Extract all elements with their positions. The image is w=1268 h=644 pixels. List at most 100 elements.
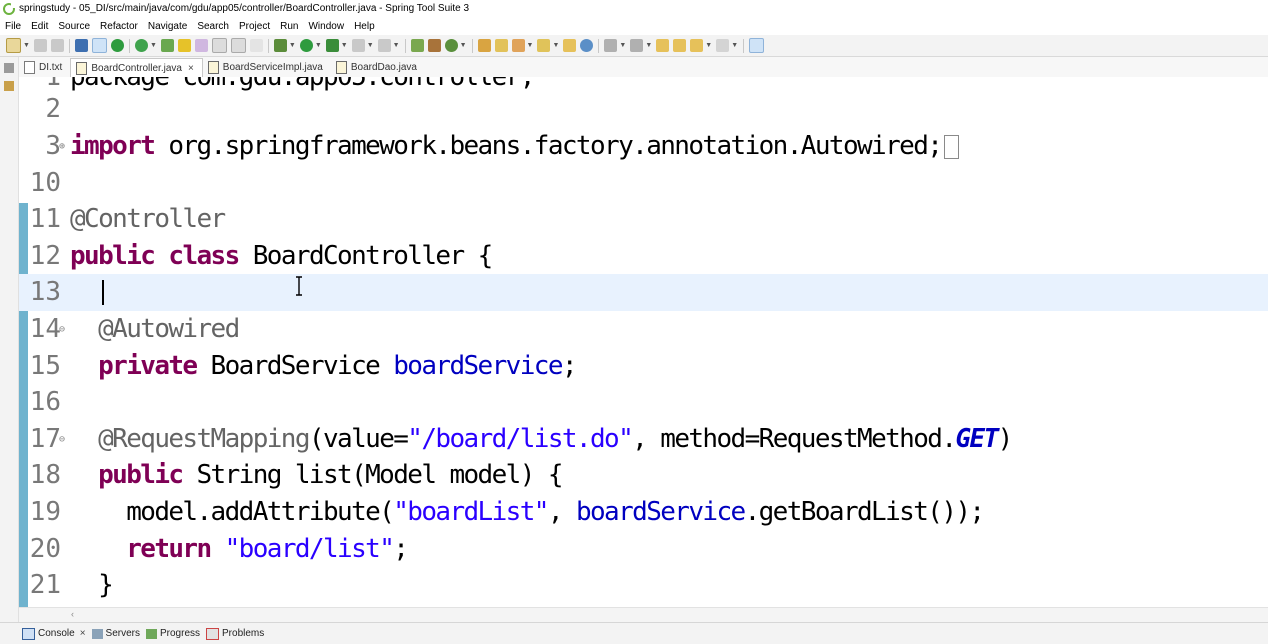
- prev-edit-dropdown-icon[interactable]: ▼: [645, 39, 652, 52]
- forward-dropdown-icon[interactable]: ▼: [731, 39, 738, 52]
- menu-help[interactable]: Help: [349, 18, 380, 35]
- pin-icon[interactable]: [160, 39, 174, 52]
- annotation-icon[interactable]: [537, 39, 551, 52]
- next-edit-dropdown-icon[interactable]: ▼: [619, 39, 626, 52]
- code-line[interactable]: 10: [19, 165, 1268, 202]
- code-line[interactable]: 20 return "board/list";: [19, 531, 1268, 568]
- menu-source[interactable]: Source: [53, 18, 95, 35]
- globe-icon[interactable]: [580, 39, 594, 52]
- spring-starter-icon[interactable]: [444, 39, 458, 52]
- pin-editor-icon[interactable]: [749, 38, 765, 53]
- code-line[interactable]: 16: [19, 384, 1268, 421]
- tab-problems[interactable]: Problems: [206, 627, 264, 640]
- code-line[interactable]: 11 @Controller: [19, 201, 1268, 238]
- menu-search[interactable]: Search: [192, 18, 234, 35]
- tab-console[interactable]: Console ×: [22, 627, 86, 640]
- folded-imports-marker[interactable]: [944, 135, 960, 159]
- pencil-dropdown-icon[interactable]: ▼: [527, 39, 534, 52]
- start-server-icon[interactable]: [110, 39, 124, 52]
- toggle-mark-icon[interactable]: [91, 38, 107, 53]
- code-line[interactable]: 21 }: [19, 567, 1268, 604]
- code-token: "boardList": [393, 497, 549, 527]
- menu-project[interactable]: Project: [234, 18, 275, 35]
- collapse-fold-icon[interactable]: ⊖: [59, 421, 65, 458]
- new-bean-icon[interactable]: [427, 39, 441, 52]
- code-line[interactable]: 3 ⊕ import org.springframework.beans.facto…: [19, 128, 1268, 165]
- tab-di-txt[interactable]: DI.txt: [19, 58, 70, 77]
- tab-progress[interactable]: Progress: [146, 628, 200, 639]
- run-dropdown-icon[interactable]: ▼: [315, 39, 322, 52]
- line-number: 16: [29, 387, 61, 417]
- stop-icon[interactable]: [351, 39, 365, 52]
- tab-board-controller[interactable]: BoardController.java ×: [70, 58, 203, 77]
- code-line[interactable]: 15 private BoardService boardService;: [19, 348, 1268, 385]
- save-all-icon[interactable]: [50, 39, 64, 52]
- restore-icon[interactable]: [4, 63, 14, 73]
- code-line[interactable]: 14 ⊖ @Autowired: [19, 311, 1268, 348]
- new-icon[interactable]: [6, 38, 21, 53]
- expand-fold-icon[interactable]: ⊕: [59, 128, 65, 165]
- collapse-fold-icon[interactable]: ⊖: [59, 311, 65, 348]
- code-line[interactable]: 12 public class BoardController {: [19, 238, 1268, 275]
- forward-nav-icon[interactable]: [716, 39, 730, 52]
- next-annotation-icon[interactable]: [563, 39, 577, 52]
- menu-navigate[interactable]: Navigate: [143, 18, 192, 35]
- code-token: class: [168, 241, 240, 271]
- deploy-dropdown-icon[interactable]: ▼: [393, 39, 400, 52]
- annotation-dropdown-icon[interactable]: ▼: [552, 39, 559, 52]
- debug-icon[interactable]: [273, 39, 287, 52]
- scroll-left-icon[interactable]: ‹: [71, 609, 74, 619]
- back-nav-icon[interactable]: [690, 39, 704, 52]
- close-icon[interactable]: ×: [188, 63, 194, 74]
- text-cursor: [102, 280, 104, 305]
- code-line[interactable]: 2: [19, 91, 1268, 128]
- toolbar-separator: [68, 38, 70, 53]
- open-folder-icon[interactable]: [494, 39, 508, 52]
- back-icon[interactable]: [673, 39, 687, 52]
- code-line[interactable]: 19 model.addAttribute("boardList", board…: [19, 494, 1268, 531]
- new-dropdown-icon[interactable]: ▼: [23, 39, 30, 52]
- horizontal-scrollbar[interactable]: ‹: [19, 607, 1268, 623]
- package-explorer-icon[interactable]: [4, 81, 14, 91]
- code-editor[interactable]: 1 package com.gdu.app05.controller; 2 3 ⊕ imp…: [19, 77, 1268, 607]
- menu-file[interactable]: File: [0, 18, 26, 35]
- stop-dropdown-icon[interactable]: ▼: [367, 39, 374, 52]
- show-whitespace-icon[interactable]: [249, 39, 263, 52]
- menu-window[interactable]: Window: [303, 18, 349, 35]
- menu-run[interactable]: Run: [275, 18, 303, 35]
- debug-dropdown-icon[interactable]: ▼: [289, 39, 296, 52]
- open-type-icon[interactable]: [477, 39, 491, 52]
- terminal-icon[interactable]: [74, 39, 88, 52]
- block-select-icon[interactable]: [211, 38, 227, 53]
- external-tools-icon[interactable]: [325, 39, 339, 52]
- prev-edit-icon[interactable]: [630, 39, 644, 52]
- code-text: private BoardService boardService;: [70, 348, 577, 385]
- menu-refactor[interactable]: Refactor: [95, 18, 143, 35]
- tab-board-dao[interactable]: BoardDao.java: [331, 58, 425, 77]
- wand-icon[interactable]: [194, 39, 208, 52]
- code-line[interactable]: 18 public String list(Model model) {: [19, 457, 1268, 494]
- back-dropdown-icon[interactable]: ▼: [705, 39, 712, 52]
- tab-board-service-impl[interactable]: BoardServiceImpl.java: [203, 58, 331, 77]
- save-icon[interactable]: [33, 39, 47, 52]
- tab-label: Progress: [160, 628, 201, 639]
- external-tools-dropdown-icon[interactable]: ▼: [341, 39, 348, 52]
- menu-edit[interactable]: Edit: [26, 18, 53, 35]
- refresh-icon[interactable]: [134, 39, 148, 52]
- pencil-icon[interactable]: [511, 39, 525, 52]
- code-text: import org.springframework.beans.factory…: [70, 128, 960, 165]
- starter-dropdown-icon[interactable]: ▼: [460, 39, 467, 52]
- close-icon[interactable]: ×: [80, 628, 86, 639]
- highlight-icon[interactable]: [177, 39, 191, 52]
- word-wrap-icon[interactable]: [230, 38, 246, 53]
- editor-tab-bar: DI.txt BoardController.java × BoardServi…: [19, 57, 1268, 78]
- new-spring-project-icon[interactable]: [410, 39, 424, 52]
- run-icon[interactable]: [299, 39, 313, 52]
- last-edit-icon[interactable]: [656, 39, 670, 52]
- tab-servers[interactable]: Servers: [91, 628, 140, 639]
- deploy-icon[interactable]: [377, 39, 391, 52]
- code-line[interactable]: 17 ⊖ @RequestMapping(value="/board/list.d…: [19, 421, 1268, 458]
- next-edit-icon[interactable]: [604, 39, 618, 52]
- code-line[interactable]: 13: [19, 274, 1268, 311]
- refresh-dropdown-icon[interactable]: ▼: [150, 39, 157, 52]
